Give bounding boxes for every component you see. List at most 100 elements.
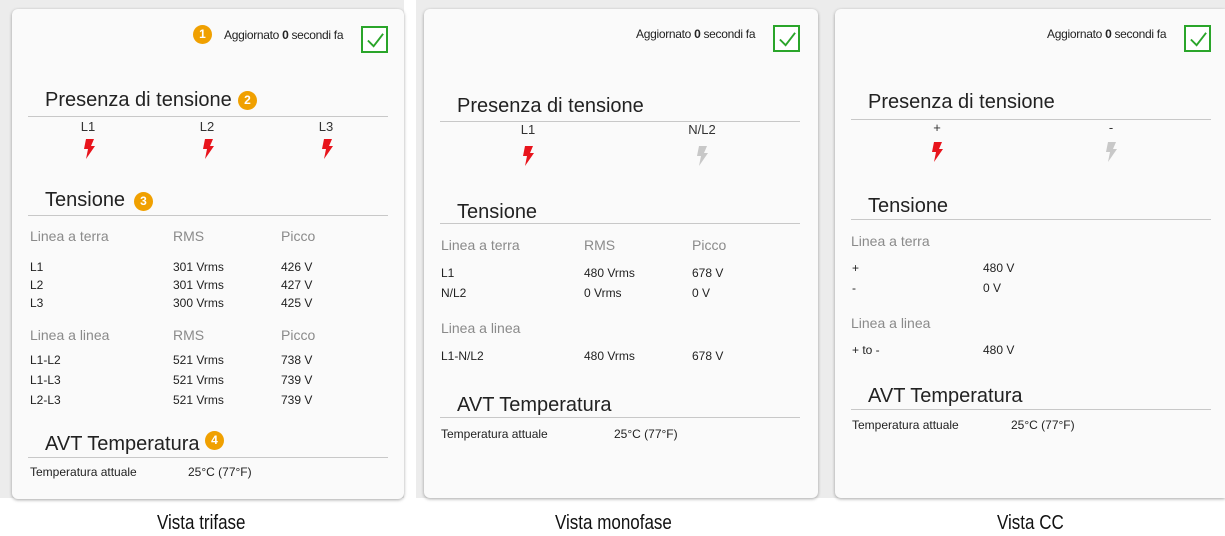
phase-label-l3: L3	[318, 119, 334, 134]
temperature-value: 25°C (77°F)	[1011, 418, 1075, 432]
divider	[440, 417, 800, 418]
update-status: Aggiornato 0 secondi fa	[224, 28, 344, 42]
card-trifase: 1 Aggiornato 0 secondi fa Presenza di te…	[12, 9, 404, 499]
card-monofase: Aggiornato 0 secondi fa Presenza di tens…	[424, 9, 818, 498]
phase-label-l1: L1	[520, 122, 536, 137]
voltage-absent-bolt-icon	[1106, 142, 1117, 162]
line-row-rms: 521 Vrms	[173, 373, 224, 387]
divider	[851, 219, 1211, 220]
ground-row-value: 0 V	[983, 281, 1002, 295]
presence-title: Presenza di tensione	[868, 91, 1055, 113]
temperature-value: 25°C (77°F)	[614, 427, 678, 441]
update-status: Aggiornato 0 secondi fa	[1047, 27, 1167, 41]
ground-row-name: +	[852, 261, 860, 275]
temperature-title: AVT Temperatura	[457, 394, 612, 416]
divider	[28, 116, 388, 117]
update-prefix: Aggiornato	[636, 27, 695, 41]
temperature-title: AVT Temperatura	[45, 433, 200, 455]
line-header-peak: Picco	[281, 327, 316, 343]
presence-title: Presenza di tensione	[457, 95, 644, 117]
line-row-peak: 739 V	[281, 373, 313, 387]
line-header-label: Linea a linea	[30, 327, 110, 343]
update-suffix: secondi fa	[700, 27, 756, 41]
ground-row-rms: 301 Vrms	[173, 278, 224, 292]
line-row-name: L1-L3	[30, 373, 61, 387]
card-cc: Aggiornato 0 secondi fa Presenza di tens…	[835, 9, 1225, 498]
ground-row-value: 480 V	[983, 261, 1015, 275]
status-ok-check-icon	[361, 26, 388, 53]
line-row-peak: 738 V	[281, 353, 313, 367]
update-suffix: secondi fa	[288, 28, 344, 42]
divider	[28, 215, 388, 216]
line-row-peak: 739 V	[281, 393, 313, 407]
line-row-rms: 521 Vrms	[173, 353, 224, 367]
ground-row-rms: 301 Vrms	[173, 260, 224, 274]
voltage-title: Tensione	[868, 195, 949, 217]
voltage-present-bolt-icon	[322, 139, 333, 159]
callout-badge-4: 4	[205, 431, 224, 450]
line-row-name: L2-L3	[30, 393, 61, 407]
ground-row-peak: 678 V	[692, 266, 724, 280]
phase-label-l1: L1	[80, 119, 96, 134]
line-row-name: L1-L2	[30, 353, 61, 367]
line-row-name: L1-N/L2	[441, 349, 484, 363]
voltage-title: Tensione	[457, 201, 538, 223]
temperature-label: Temperatura attuale	[852, 418, 959, 432]
update-prefix: Aggiornato	[224, 28, 283, 42]
line-header-rms: RMS	[173, 327, 205, 343]
ground-row-name: L2	[30, 278, 44, 292]
line-header-label: Linea a linea	[851, 315, 931, 331]
ground-header-rms: RMS	[173, 228, 205, 244]
callout-badge-2: 2	[238, 91, 257, 110]
ground-row-name: L3	[30, 296, 44, 310]
callout-badge-3: 3	[134, 192, 153, 211]
voltage-present-bolt-icon	[932, 142, 943, 162]
ground-header-label: Linea a terra	[851, 233, 930, 249]
ground-header-label: Linea a terra	[441, 237, 520, 253]
caption-trifase: Vista trifase	[157, 512, 246, 534]
divider	[28, 457, 388, 458]
ground-row-rms: 0 Vrms	[584, 286, 622, 300]
temperature-title: AVT Temperatura	[868, 385, 1023, 407]
voltage-present-bolt-icon	[84, 139, 95, 159]
voltage-absent-bolt-icon	[697, 146, 708, 166]
ground-header-label: Linea a terra	[30, 228, 109, 244]
ground-row-name: -	[852, 281, 856, 295]
ground-header-rms: RMS	[584, 237, 616, 253]
ground-row-peak: 0 V	[692, 286, 711, 300]
ground-row-peak: 425 V	[281, 296, 313, 310]
caption-cc: Vista CC	[997, 512, 1064, 534]
update-suffix: secondi fa	[1111, 27, 1167, 41]
presence-title: Presenza di tensione	[45, 89, 232, 111]
voltage-present-bolt-icon	[523, 146, 534, 166]
line-row-rms: 480 Vrms	[584, 349, 635, 363]
phase-label-l2: L2	[199, 119, 215, 134]
line-row-rms: 521 Vrms	[173, 393, 224, 407]
divider	[851, 409, 1211, 410]
ground-header-peak: Picco	[692, 237, 727, 253]
divider	[440, 223, 800, 224]
temperature-value: 25°C (77°F)	[188, 465, 252, 479]
line-row-value: 480 V	[983, 343, 1015, 357]
ground-row-rms: 300 Vrms	[173, 296, 224, 310]
ground-row-name: L1	[441, 266, 455, 280]
ground-row-peak: 426 V	[281, 260, 313, 274]
voltage-title: Tensione	[45, 189, 126, 211]
line-header-label: Linea a linea	[441, 320, 521, 336]
phase-label-plus: +	[933, 120, 941, 135]
voltage-present-bolt-icon	[203, 139, 214, 159]
divider	[851, 119, 1211, 120]
ground-header-peak: Picco	[281, 228, 316, 244]
line-row-name: + to -	[852, 343, 880, 357]
caption-monofase: Vista monofase	[555, 512, 672, 534]
status-ok-check-icon	[773, 25, 800, 52]
line-row-peak: 678 V	[692, 349, 724, 363]
ground-row-name: L1	[30, 260, 44, 274]
divider	[440, 121, 800, 122]
phase-label-minus: -	[1108, 120, 1114, 135]
phase-label-nl2: N/L2	[688, 122, 716, 137]
update-prefix: Aggiornato	[1047, 27, 1106, 41]
temperature-label: Temperatura attuale	[441, 427, 548, 441]
ground-row-peak: 427 V	[281, 278, 313, 292]
ground-row-name: N/L2	[441, 286, 467, 300]
